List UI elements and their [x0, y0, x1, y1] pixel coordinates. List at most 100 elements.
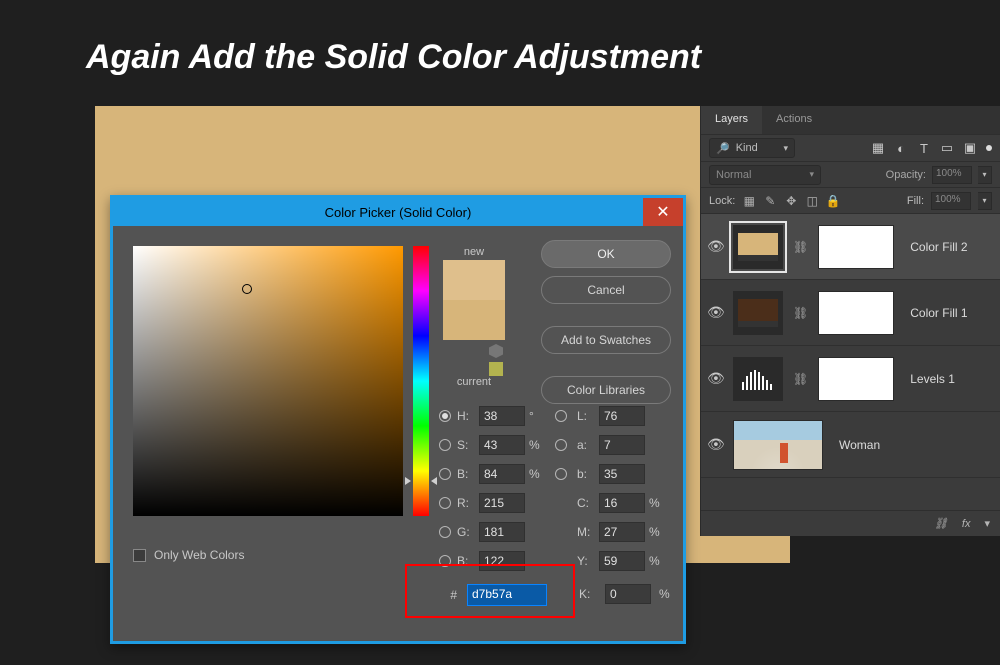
- unit-k: %: [659, 587, 670, 601]
- layer-mask-thumbnail[interactable]: [818, 291, 894, 335]
- kind-label: Kind: [736, 142, 758, 154]
- layer-thumbnail[interactable]: [733, 291, 783, 335]
- layer-name[interactable]: Color Fill 2: [910, 240, 967, 254]
- color-target-ring: [242, 284, 252, 294]
- link-layers-icon[interactable]: ⛓: [934, 517, 948, 530]
- input-l[interactable]: 76: [599, 406, 645, 426]
- lock-all-icon[interactable]: 🔒: [826, 194, 840, 208]
- layer-kind-dropdown[interactable]: 🔎 Kind ▾: [709, 138, 795, 158]
- input-h[interactable]: 38: [479, 406, 525, 426]
- blend-mode-value: Normal: [716, 169, 751, 181]
- layer-mask-thumbnail[interactable]: [818, 225, 894, 269]
- opacity-label: Opacity:: [886, 169, 926, 181]
- close-button[interactable]: ✕: [643, 198, 683, 226]
- input-k[interactable]: 0: [605, 584, 651, 604]
- ok-button[interactable]: OK: [541, 240, 671, 268]
- layer-mask-thumbnail[interactable]: [818, 357, 894, 401]
- tab-actions[interactable]: Actions: [762, 106, 826, 134]
- cancel-button[interactable]: Cancel: [541, 276, 671, 304]
- opacity-stepper[interactable]: ▾: [978, 166, 992, 184]
- saturation-brightness-field[interactable]: [133, 246, 403, 516]
- layer-row[interactable]: 👁 ⛓ Color Fill 2: [701, 214, 1000, 280]
- fill-stepper[interactable]: ▾: [978, 192, 992, 210]
- highlight-box: [405, 564, 575, 618]
- layer-name[interactable]: Levels 1: [910, 372, 955, 386]
- input-b-hsb[interactable]: 84: [479, 464, 525, 484]
- filter-toggle-icon[interactable]: [986, 145, 992, 151]
- lock-transparent-icon[interactable]: ▦: [742, 194, 756, 208]
- lock-move-icon[interactable]: ✥: [784, 194, 798, 208]
- opacity-input[interactable]: 100%: [932, 166, 972, 184]
- filter-type-icon[interactable]: T: [917, 141, 931, 155]
- unit-s: %: [529, 438, 551, 452]
- label-m: M:: [577, 525, 595, 539]
- input-a[interactable]: 7: [599, 435, 645, 455]
- input-s[interactable]: 43: [479, 435, 525, 455]
- layer-row[interactable]: 👁 ⛓ Levels 1: [701, 346, 1000, 412]
- tab-layers[interactable]: Layers: [701, 106, 762, 134]
- radio-h[interactable]: [439, 410, 451, 422]
- layer-list: 👁 ⛓ Color Fill 2 👁 ⛓ Color Fill 1 👁: [701, 214, 1000, 510]
- label-l: L:: [577, 409, 595, 423]
- close-icon: ✕: [656, 202, 669, 222]
- levels-histogram-icon: [738, 366, 778, 392]
- input-g[interactable]: 181: [479, 522, 525, 542]
- color-libraries-button[interactable]: Color Libraries: [541, 376, 671, 404]
- layer-thumbnail[interactable]: [733, 357, 783, 401]
- label-c: C:: [577, 496, 595, 510]
- layer-thumbnail[interactable]: [733, 225, 783, 269]
- fx-icon[interactable]: fx: [962, 518, 971, 530]
- radio-r[interactable]: [439, 497, 451, 509]
- unit-c: %: [649, 496, 671, 510]
- radio-s[interactable]: [439, 439, 451, 451]
- visibility-eye-icon[interactable]: 👁: [707, 370, 723, 387]
- visibility-eye-icon[interactable]: 👁: [707, 304, 723, 321]
- lock-artboard-icon[interactable]: ◫: [805, 194, 819, 208]
- radio-l[interactable]: [555, 410, 567, 422]
- input-c[interactable]: 16: [599, 493, 645, 513]
- layer-name[interactable]: Color Fill 1: [910, 306, 967, 320]
- input-m[interactable]: 27: [599, 522, 645, 542]
- search-icon: 🔎: [716, 142, 730, 155]
- layer-thumbnail[interactable]: [733, 420, 823, 470]
- input-r[interactable]: 215: [479, 493, 525, 513]
- visibility-eye-icon[interactable]: 👁: [707, 436, 723, 453]
- visibility-eye-icon[interactable]: 👁: [707, 238, 723, 255]
- layer-row[interactable]: 👁 Woman: [701, 412, 1000, 478]
- link-icon[interactable]: ⛓: [793, 306, 808, 320]
- layer-row[interactable]: 👁 ⛓ Color Fill 1: [701, 280, 1000, 346]
- label-b-lab: b:: [577, 467, 595, 481]
- swatch-label-current: current: [443, 376, 505, 388]
- link-icon[interactable]: ⛓: [793, 372, 808, 386]
- web-safe-icon[interactable]: [489, 362, 503, 376]
- lock-brush-icon[interactable]: ✎: [763, 194, 777, 208]
- input-y[interactable]: 59: [599, 551, 645, 571]
- input-b-lab[interactable]: 35: [599, 464, 645, 484]
- color-swatch-pair: [443, 260, 505, 340]
- swatch-current[interactable]: [443, 300, 505, 340]
- filter-pixel-icon[interactable]: ▦: [871, 141, 885, 155]
- cube-icon[interactable]: [489, 344, 503, 358]
- chevron-down-icon[interactable]: ▾: [984, 517, 990, 530]
- chevron-down-icon: ▾: [809, 169, 814, 180]
- color-picker-dialog: Color Picker (Solid Color) ✕ new current: [110, 195, 686, 644]
- link-icon[interactable]: ⛓: [793, 240, 808, 254]
- add-to-swatches-button[interactable]: Add to Swatches: [541, 326, 671, 354]
- filter-adjust-icon[interactable]: ◐: [894, 141, 908, 155]
- dialog-titlebar[interactable]: Color Picker (Solid Color) ✕: [113, 198, 683, 226]
- filter-smart-icon[interactable]: ▣: [963, 141, 977, 155]
- layer-name[interactable]: Woman: [839, 438, 880, 452]
- radio-b-lab[interactable]: [555, 468, 567, 480]
- hue-slider[interactable]: [413, 246, 429, 516]
- panel-tabs: Layers Actions: [701, 106, 1000, 134]
- swatch-label-new: new: [443, 246, 505, 258]
- blend-mode-dropdown[interactable]: Normal ▾: [709, 165, 821, 185]
- radio-g[interactable]: [439, 526, 451, 538]
- radio-b-hsb[interactable]: [439, 468, 451, 480]
- radio-a[interactable]: [555, 439, 567, 451]
- only-web-colors-checkbox[interactable]: Only Web Colors: [133, 548, 244, 562]
- panel-footer: ⛓ fx ▾: [701, 510, 1000, 536]
- fill-input[interactable]: 100%: [931, 192, 971, 210]
- filter-shape-icon[interactable]: ▭: [940, 141, 954, 155]
- label-g: G:: [457, 525, 475, 539]
